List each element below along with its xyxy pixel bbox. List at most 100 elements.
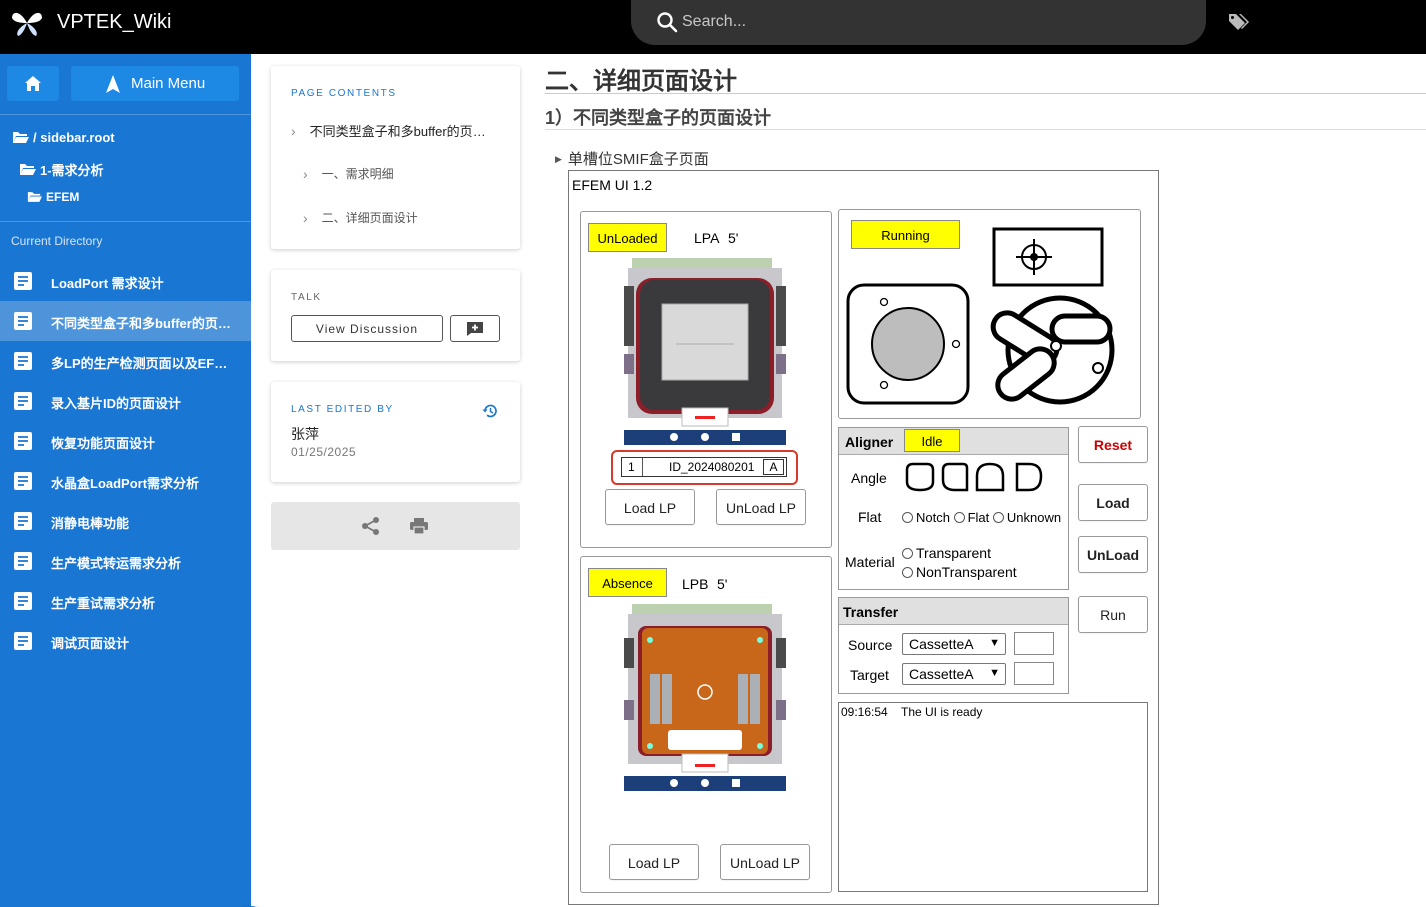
main-menu-button[interactable]: Main Menu: [71, 66, 239, 101]
lpb-unload-button[interactable]: UnLoad LP: [720, 844, 810, 880]
new-comment-button[interactable]: [450, 315, 500, 342]
sidebar-nav-item[interactable]: 消静电棒功能: [0, 501, 251, 541]
chevron-down-icon: ▼: [989, 667, 1000, 679]
share-print-bar: [271, 502, 520, 550]
tree-item-label: EFEM: [46, 190, 80, 204]
wafer-flag: A: [763, 459, 784, 475]
tree-item-root[interactable]: / sidebar.root: [12, 130, 115, 145]
home-button[interactable]: [7, 66, 59, 101]
search-bar[interactable]: Search...: [631, 0, 1206, 45]
sidebar-nav-label: LoadPort 需求设计: [51, 276, 164, 291]
share-icon[interactable]: [361, 516, 381, 536]
aligner-status-badge: Idle: [904, 429, 960, 452]
sidebar-nav-item[interactable]: 生产重试需求分析: [0, 581, 251, 621]
radio-notch[interactable]: Notch: [902, 510, 950, 525]
sidebar-nav-item[interactable]: LoadPort 需求设计: [0, 261, 251, 301]
lpa-load-button[interactable]: Load LP: [605, 489, 695, 525]
radio-flat[interactable]: Flat: [953, 510, 989, 525]
wafer-angle-options[interactable]: [903, 462, 1045, 492]
wafer-notch-0-icon[interactable]: [905, 462, 935, 492]
tree-item-efem[interactable]: EFEM: [27, 190, 79, 204]
details-summary-label: 单槽位SMIF盒子页面: [567, 151, 709, 168]
toc-entry[interactable]: › 二、详细页面设计: [303, 209, 418, 226]
heading-rule: [545, 93, 1426, 94]
app-title[interactable]: VPTEK_Wiki: [57, 11, 171, 34]
editor-name: 张萍: [291, 426, 319, 442]
section-heading: 二、详细页面设计: [545, 68, 737, 95]
unload-button[interactable]: UnLoad: [1078, 536, 1148, 573]
lpa-size: 5': [728, 230, 739, 246]
target-select[interactable]: CassetteA ▼: [902, 663, 1006, 685]
sidebar-nav-label: 生产模式转运需求分析: [51, 556, 182, 571]
sidebar-nav-item[interactable]: 调试页面设计: [0, 621, 251, 661]
details-summary[interactable]: ▶ 单槽位SMIF盒子页面: [555, 148, 709, 169]
folder-open-icon: [13, 132, 29, 143]
lpa-unload-button[interactable]: UnLoad LP: [716, 489, 806, 525]
transfer-title: Transfer: [843, 604, 899, 620]
target-select-value: CassetteA: [909, 666, 974, 682]
lpb-status-badge: Absence: [588, 568, 667, 597]
search-icon: [657, 12, 678, 33]
edited-date: 01/25/2025: [291, 445, 357, 459]
folder-open-icon: [20, 164, 36, 175]
slot-number: 1: [628, 460, 635, 474]
tree-item-requirements[interactable]: 1-需求分析: [19, 160, 104, 179]
log-console[interactable]: 09:16:54 The UI is ready: [838, 702, 1148, 892]
sidebar-nav-item[interactable]: 生产模式转运需求分析: [0, 541, 251, 581]
sidebar-nav-label: 多LP的生产检测页面以及EFEM页面设计: [51, 356, 231, 371]
print-icon[interactable]: [409, 517, 429, 535]
view-discussion-button[interactable]: View Discussion: [291, 315, 443, 342]
wafer-id: ID_2024080201: [669, 460, 755, 474]
sidebar-nav-item[interactable]: 水晶盒LoadPort需求分析: [0, 461, 251, 501]
page-contents-card: PAGE CONTENTS › 不同类型盒子和多buffer的页面设计 › 一、…: [271, 66, 520, 249]
lpa-loadport-image: [624, 258, 786, 445]
lpa-name: LPA: [694, 230, 720, 246]
document-icon: [14, 272, 32, 290]
wafer-notch-180-icon[interactable]: [975, 462, 1005, 492]
radio-unknown[interactable]: Unknown: [992, 510, 1061, 525]
aligner-title: Aligner: [845, 434, 894, 450]
lpb-load-button[interactable]: Load LP: [609, 844, 699, 880]
sidebar-divider: [0, 114, 251, 115]
wafer-notch-270-icon[interactable]: [1015, 462, 1043, 492]
source-select[interactable]: CassetteA ▼: [902, 633, 1006, 655]
last-edited-heading: LAST EDITED BY: [291, 404, 394, 415]
sidebar-nav-label: 恢复功能页面设计: [51, 436, 156, 451]
sidebar-nav-item[interactable]: 多LP的生产检测页面以及EFEM页面设计: [0, 341, 251, 381]
wafer-notch-90-icon[interactable]: [941, 462, 969, 492]
tags-icon[interactable]: [1228, 12, 1250, 32]
robot-arm-icon: [990, 295, 1115, 405]
history-icon[interactable]: [482, 403, 498, 419]
logo-icon[interactable]: [10, 8, 44, 38]
toc-entry-label: 一、需求明细: [321, 167, 394, 181]
source-slot-input[interactable]: [1014, 632, 1054, 655]
search-input[interactable]: Search...: [682, 13, 746, 31]
radio-transparent[interactable]: Transparent: [902, 545, 991, 561]
load-button[interactable]: Load: [1078, 484, 1148, 521]
lpb-size: 5': [717, 576, 728, 592]
document-icon: [14, 432, 32, 450]
target-slot-input[interactable]: [1014, 662, 1054, 685]
transfer-header: Transfer: [839, 598, 1068, 625]
reset-button[interactable]: Reset: [1078, 426, 1148, 463]
toc-entry[interactable]: › 不同类型盒子和多buffer的页面设计: [291, 121, 490, 140]
sidebar-nav-item[interactable]: 不同类型盒子和多buffer的页面设计: [0, 301, 251, 341]
sidebar-nav-item[interactable]: 恢复功能页面设计: [0, 421, 251, 461]
source-label: Source: [848, 637, 893, 653]
lpb-name: LPB: [682, 576, 709, 592]
run-button[interactable]: Run: [1078, 596, 1148, 633]
folder-open-icon: [27, 192, 42, 202]
document-icon: [14, 312, 32, 330]
source-select-value: CassetteA: [909, 636, 974, 652]
toc-entry[interactable]: › 一、需求明细: [303, 165, 394, 182]
toc-entry-label: 不同类型盒子和多buffer的页面设计: [309, 124, 490, 139]
sidebar-nav-label: 不同类型盒子和多buffer的页面设计: [51, 316, 231, 331]
radio-nontransparent[interactable]: NonTransparent: [902, 564, 1017, 580]
sidebar-divider: [0, 221, 251, 222]
heading-rule: [545, 129, 1426, 130]
document-icon: [14, 352, 32, 370]
sidebar-nav-item[interactable]: 录入基片ID的页面设计: [0, 381, 251, 421]
cell-divider: [642, 458, 643, 476]
home-icon: [25, 76, 41, 91]
robot-status-badge: Running: [851, 220, 960, 249]
